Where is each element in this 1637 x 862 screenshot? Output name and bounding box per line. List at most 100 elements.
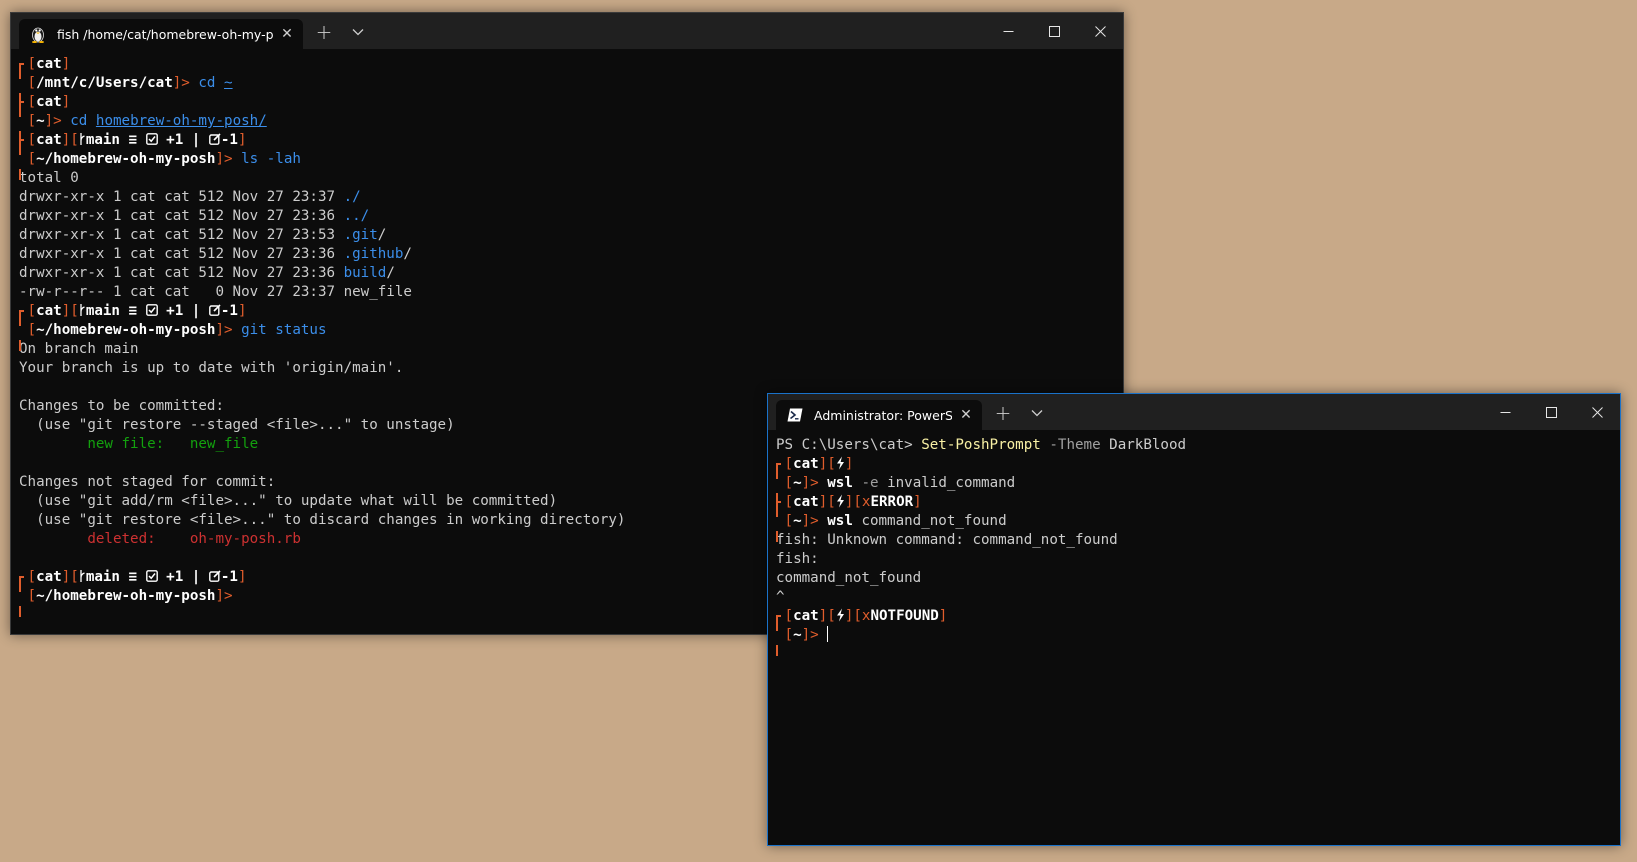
bracket: ] [844,456,854,472]
unstaged-edit-icon [208,132,221,148]
prompt-arrow: ]> [215,588,242,604]
command-arg: invalid_command [887,475,1016,491]
prompt-arrow: ]> [215,151,242,167]
title-bar[interactable]: fish /home/cat/homebrew-oh-my-posh ✕ + [11,13,1123,49]
prompt-directory: ~ [36,113,45,129]
bracket: [ [784,475,794,491]
bracket: [ [70,569,79,585]
new-tab-plus-icon[interactable]: + [311,20,337,44]
tab-fish[interactable]: fish /home/cat/homebrew-oh-my-posh ✕ [19,19,303,49]
unstaged-edit-icon [208,569,221,585]
prompt-arrow: ]> [44,113,71,129]
prompt-directory: ~/homebrew-oh-my-posh [36,151,216,167]
tab-dropdown-chevron-icon[interactable] [345,20,371,44]
bracket: ] [818,494,828,510]
output-line: On branch main [19,340,1119,359]
bracket: [ [27,94,37,110]
bracket: [ [70,303,79,319]
output-text: (use "git restore --staged <file>..." to… [19,417,455,433]
bracket: [ [27,113,37,129]
prompt-first-line: [cat] [19,55,1119,79]
bracket: [ [70,132,79,148]
tab-title: fish /home/cat/homebrew-oh-my-posh [57,26,273,42]
git-unstaged-count: -1 [220,132,238,148]
powershell-terminal-window[interactable]: Administrator: PowerShell ✕ + PS C:\User… [767,393,1621,846]
output-text: ^ [776,589,785,605]
minimize-button[interactable] [985,13,1031,49]
staged-check-icon [145,303,158,319]
prompt-first-line: [cat][main ≡ +1 | -1] [19,131,1119,155]
terminal-output[interactable]: PS C:\Users\cat> Set-PoshPrompt -Theme D… [776,436,1616,845]
output-line: fish: Unknown command: command_not_found [776,531,1616,550]
bracket: ] [938,608,948,624]
unstaged-edit-icon [208,303,221,319]
bracket: [ [784,627,794,643]
prompt-bracket-decoration [776,645,778,656]
prompt-directory: ~/homebrew-oh-my-posh [36,322,216,338]
prompt-arrow: ]> [215,322,242,338]
bracket: [ [27,56,37,72]
ls-entry: drwxr-xr-x 1 cat cat 512 Nov 27 23:53 .g… [19,226,1119,245]
close-button[interactable] [1574,394,1620,430]
prompt-first-line: [cat] [19,93,1119,117]
prompt-bracket-decoration [776,531,778,542]
git-branch-name: main ≡ [85,569,138,585]
command: git [241,322,267,338]
prompt-user: cat [793,456,819,472]
output-line: total 0 [19,169,1119,188]
git-branch-icon [79,303,86,319]
command-flag: -e [861,475,879,491]
admin-bolt-icon [836,608,845,624]
prompt-first-line: [cat][][xNOTFOUND] [776,607,1616,631]
output-text: Changes not staged for commit: [19,474,276,490]
output-text: (use "git restore <file>..." to discard … [19,512,626,528]
output-text: total 0 [19,170,79,186]
powershell-icon [786,406,804,424]
prompt-user: cat [793,608,819,624]
maximize-button[interactable] [1528,394,1574,430]
prompt-directory: ~ [793,627,802,643]
ps-command: Set-PoshPrompt [921,437,1041,453]
ls-suffix: / [403,246,412,262]
new-tab-plus-icon[interactable]: + [990,401,1016,425]
ls-suffix: / [377,227,387,243]
prompt-bracket-decoration [19,169,21,180]
ps-prompt-line: PS C:\Users\cat> Set-PoshPrompt -Theme D… [776,436,1616,455]
tab-dropdown-chevron-icon[interactable] [1024,401,1050,425]
ls-meta: drwxr-xr-x 1 cat cat 512 Nov 27 23:37 [19,189,344,205]
prompt-directory: ~ [793,513,802,529]
tab-title: Administrator: PowerShell [814,407,952,423]
command-arg: status [275,322,327,338]
exit-status: NOTFOUND [870,608,939,624]
bracket: [ [27,322,37,338]
tab-powershell[interactable]: Administrator: PowerShell ✕ [776,400,982,430]
tab-close-icon[interactable]: ✕ [279,26,295,42]
maximize-button[interactable] [1031,13,1077,49]
bracket: [ [27,75,37,91]
minimize-button[interactable] [1482,394,1528,430]
tab-close-icon[interactable]: ✕ [958,407,974,423]
ls-meta: drwxr-xr-x 1 cat cat 512 Nov 27 23:36 [19,246,344,262]
title-bar[interactable]: Administrator: PowerShell ✕ + [768,394,1620,430]
linux-penguin-icon [29,25,47,43]
close-button[interactable] [1077,13,1123,49]
prompt-first-line: [cat][][xERROR] [776,493,1616,517]
staged-check-icon [145,569,158,585]
ps-arg: DarkBlood [1109,437,1187,453]
